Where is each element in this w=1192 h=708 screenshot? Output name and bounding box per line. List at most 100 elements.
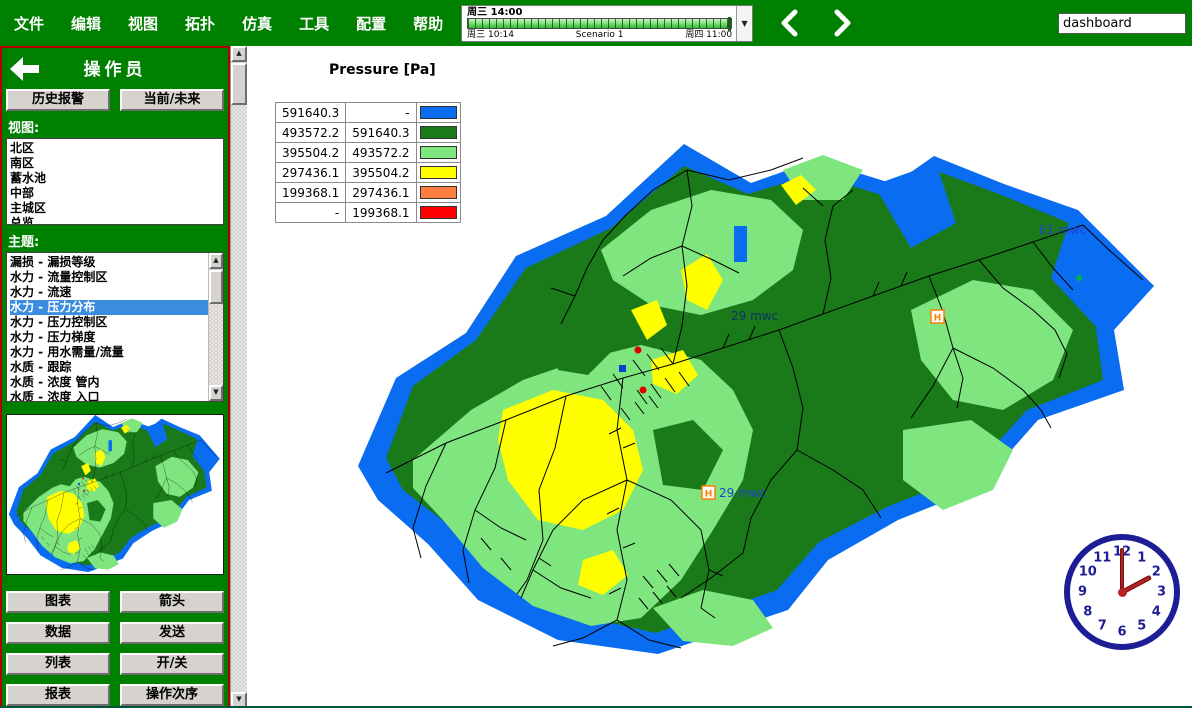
dashboard-input[interactable] [1058,13,1186,34]
views-listbox: 北区 南区 蓄水池 中部 主城区 总览 [6,138,224,224]
clock-number: 2 [1152,565,1161,580]
view-item-main-city[interactable]: 主城区 [10,201,223,216]
data-button[interactable]: 数据 [6,622,110,644]
menu-bar: 文件 编辑 视图 拓扑 仿真 工具 配置 帮助 周三 14:00 周三 10:1… [0,0,1192,46]
theme-item[interactable]: 水力 - 压力梯度 [10,330,208,345]
action-buttons-grid: 图表 箭头 数据 发送 列表 开/关 报表 操作次序 [6,591,224,706]
legend-title: Pressure [Pa] [329,62,436,78]
menu-config[interactable]: 配置 [356,13,386,34]
clock-number: 11 [1093,550,1111,565]
legend-from: 199368.1 [276,183,346,203]
legend-swatch [416,103,460,123]
content-area: 操作员 历史报警 当前/未来 视图: 北区 南区 蓄水池 中部 主城区 总览 主… [0,46,1192,708]
theme-item[interactable]: 水质 - 浓度 管内 [10,375,208,390]
view-item-north[interactable]: 北区 [10,141,223,156]
app-window: 文件 编辑 视图 拓扑 仿真 工具 配置 帮助 周三 14:00 周三 10:1… [0,0,1192,708]
timeline-end-label: 周四 11:00 [685,30,732,40]
hydrant-label: H [705,490,713,500]
theme-item[interactable]: 水力 - 流速 [10,285,208,300]
chevron-right-icon [834,9,852,37]
menu-file[interactable]: 文件 [14,13,44,34]
theme-item[interactable]: 水力 - 流量控制区 [10,270,208,285]
view-item-south[interactable]: 南区 [10,156,223,171]
clock-number: 8 [1083,604,1092,619]
current-future-button[interactable]: 当前/未来 [120,89,224,111]
menu-topology[interactable]: 拓扑 [185,13,215,34]
menu-tools[interactable]: 工具 [299,13,329,34]
hydrant-marker[interactable]: H [931,310,944,324]
theme-item[interactable]: 水质 - 跟踪 [10,360,208,375]
pressure-label: 61 mwc [1039,223,1086,237]
view-item-reservoir[interactable]: 蓄水池 [10,171,223,186]
on-off-button[interactable]: 开/关 [120,653,224,675]
legend-from: - [276,203,346,223]
map-pane: Pressure [Pa] 591640.3 - 493572.2 591640… [247,46,1192,708]
alarm-buttons-row: 历史报警 当前/未来 [6,89,224,111]
theme-item[interactable]: 水力 - 压力控制区 [10,315,208,330]
themes-label: 主题: [8,231,224,250]
list-button[interactable]: 列表 [6,653,110,675]
menu-view[interactable]: 视图 [128,13,158,34]
clock-number: 6 [1117,624,1126,639]
scroll-down-icon[interactable]: ▼ [231,692,247,708]
timeline-current-time: 周三 14:00 [467,7,732,18]
send-button[interactable]: 发送 [120,622,224,644]
panel-title: 操作员 [84,55,147,80]
panel-header: 操作员 [6,52,224,83]
timeline-scenario-label: Scenario 1 [576,30,624,40]
scrollbar-track[interactable] [209,304,223,385]
legend-from: 493572.2 [276,123,346,143]
scrollbar-thumb[interactable] [209,270,223,304]
clock-center-dot [1118,588,1127,597]
theme-item[interactable]: 漏损 - 漏损等级 [10,255,208,270]
clock-number: 1 [1137,550,1146,565]
menu-edit[interactable]: 编辑 [71,13,101,34]
main-menu: 文件 编辑 视图 拓扑 仿真 工具 配置 帮助 [14,13,443,34]
views-label: 视图: [8,117,224,136]
operator-panel: 操作员 历史报警 当前/未来 视图: 北区 南区 蓄水池 中部 主城区 总览 主… [0,46,230,708]
legend-row: 591640.3 - [276,103,461,123]
scroll-up-icon[interactable]: ▲ [209,253,223,269]
themes-scrollbar[interactable]: ▲ ▼ [208,253,223,401]
legend-from: 395504.2 [276,143,346,163]
arrow-left-icon [8,55,42,83]
timeline-labels: 周三 10:14 Scenario 1 周四 11:00 [467,30,732,40]
timeline-start-label: 周三 10:14 [467,30,514,40]
chevron-down-icon: ▼ [742,19,748,28]
hydrant-marker[interactable]: H [702,486,715,500]
scrollbar-track[interactable] [231,105,247,692]
timeline-slider-bar[interactable] [467,18,732,29]
clock-number: 10 [1079,565,1097,580]
panel-scrollbar[interactable]: ▲ ▼ [230,46,247,708]
operation-sequence-button[interactable]: 操作次序 [120,684,224,706]
theme-item[interactable]: 水力 - 用水需量/流量 [10,345,208,360]
theme-item-selected[interactable]: 水力 - 压力分布 [10,300,208,315]
overview-minimap[interactable] [6,414,224,575]
themes-list: 漏损 - 漏损等级 水力 - 流量控制区 水力 - 流速 水力 - 压力分布 水… [7,253,208,401]
menu-simulation[interactable]: 仿真 [242,13,272,34]
arrows-button[interactable]: 箭头 [120,591,224,613]
network-map[interactable]: H H 29 mwc 61 mwc 29 mwc [351,128,1166,673]
scroll-down-icon[interactable]: ▼ [209,385,223,401]
clock-number: 5 [1137,619,1146,634]
clock-number: 9 [1078,585,1087,600]
back-button[interactable] [8,55,42,83]
clock-minute-hand [1120,548,1124,592]
legend-to: - [346,103,416,123]
view-item-overview[interactable]: 总览 [10,216,223,224]
time-slider-widget[interactable]: 周三 14:00 周三 10:14 Scenario 1 周四 11:00 ▼ [461,5,753,42]
chart-button[interactable]: 图表 [6,591,110,613]
step-forward-button[interactable] [831,8,855,38]
timeline-dropdown-button[interactable]: ▼ [736,6,752,41]
clock-number: 3 [1157,585,1166,600]
history-alarms-button[interactable]: 历史报警 [6,89,110,111]
time-slider-main: 周三 14:00 周三 10:14 Scenario 1 周四 11:00 [462,6,736,41]
step-back-button[interactable] [777,8,801,38]
menu-help[interactable]: 帮助 [413,13,443,34]
scrollbar-thumb[interactable] [231,63,247,105]
report-button[interactable]: 报表 [6,684,110,706]
clock-number: 4 [1152,604,1161,619]
theme-item[interactable]: 水质 - 浓度 入口 [10,390,208,401]
view-item-central[interactable]: 中部 [10,186,223,201]
scroll-up-icon[interactable]: ▲ [231,46,247,62]
